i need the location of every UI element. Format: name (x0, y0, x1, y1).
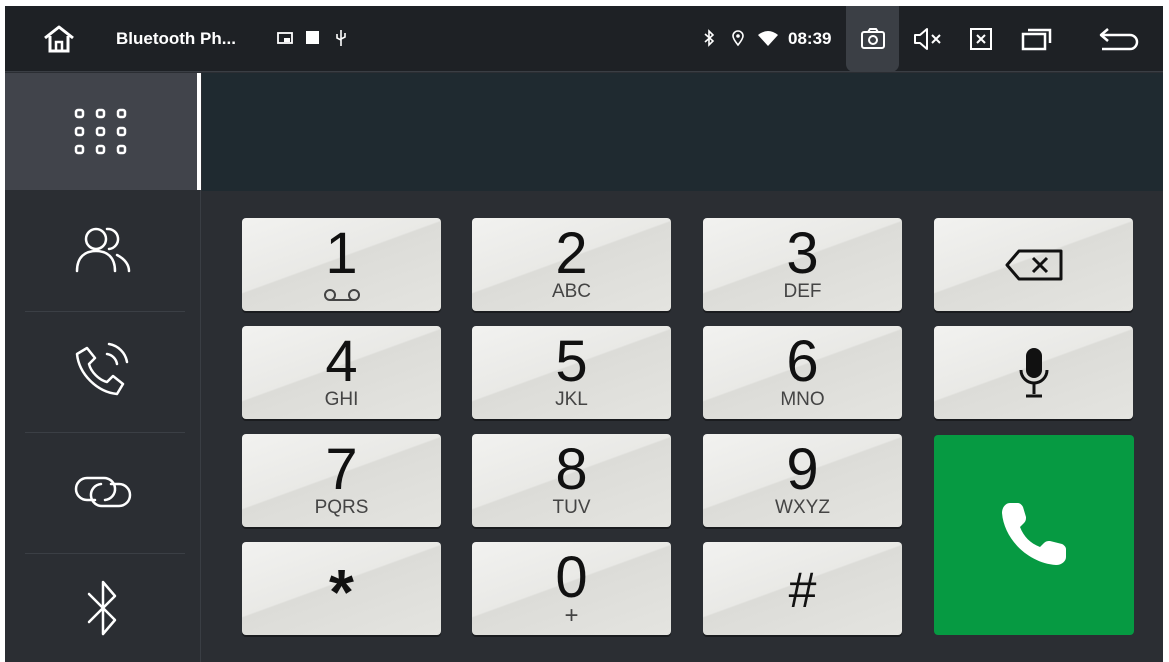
clock: 08:39 (788, 29, 832, 48)
key-digit: 4 (325, 329, 358, 394)
key-letters: DEF (783, 281, 822, 302)
key-digit: 6 (786, 329, 819, 394)
key-digit: 9 (786, 437, 819, 502)
key-digit: # (788, 562, 817, 618)
key-1[interactable]: 1 (242, 218, 441, 311)
bluetooth-icon (87, 580, 117, 636)
key-3[interactable]: 3 DEF (703, 218, 902, 311)
key-letters: MNO (780, 389, 825, 410)
key-7[interactable]: 7 PQRS (242, 434, 441, 527)
microphone-icon (1018, 346, 1050, 407)
stop-icon (305, 28, 321, 48)
key-6[interactable]: 6 MNO (703, 326, 902, 419)
key-letters: PQRS (314, 497, 369, 518)
recent-apps-icon[interactable] (1020, 26, 1054, 57)
camera-icon (861, 28, 885, 49)
key-digit: 7 (325, 437, 358, 502)
key-star[interactable]: * (242, 542, 441, 635)
call-button[interactable] (934, 435, 1134, 635)
key-letters: GHI (324, 389, 359, 410)
bluetooth-status-icon (702, 28, 716, 48)
voice-dial-button[interactable] (934, 326, 1133, 419)
key-letters: ABC (551, 281, 592, 302)
screen: Bluetooth Ph... 08:39 1 2 ABC 3 DEF 4 GH… (5, 6, 1163, 662)
sidebar-item-pairing[interactable] (5, 433, 201, 551)
app-title: Bluetooth Ph... (116, 29, 236, 48)
key-letters: WXYZ (775, 497, 830, 518)
key-digit: 5 (555, 329, 588, 394)
key-digit: * (329, 556, 354, 628)
key-0[interactable]: 0 + (472, 542, 671, 635)
contacts-icon (75, 227, 131, 273)
key-letters: TUV (552, 497, 591, 518)
back-icon[interactable] (1096, 26, 1140, 57)
key-4[interactable]: 4 GHI (242, 326, 441, 419)
close-window-icon[interactable] (968, 26, 994, 57)
key-digit: 3 (786, 221, 819, 286)
voicemail-icon (322, 288, 362, 307)
location-icon (730, 28, 746, 48)
sidebar-item-call-log[interactable] (5, 312, 201, 430)
key-hash[interactable]: # (703, 542, 902, 635)
sidebar-item-dialpad[interactable] (5, 73, 201, 190)
key-digit: 8 (555, 437, 588, 502)
key-digit: 1 (325, 221, 358, 286)
volume-mute-icon[interactable] (912, 26, 944, 57)
key-9[interactable]: 9 WXYZ (703, 434, 902, 527)
dialpad-grid-icon (74, 108, 127, 154)
backspace-button[interactable] (934, 218, 1133, 311)
key-digit: 0 (555, 545, 588, 610)
status-bar: Bluetooth Ph... 08:39 (5, 6, 1163, 72)
usb-icon (333, 28, 349, 48)
screenshot-button[interactable] (846, 6, 899, 72)
sidebar (5, 73, 201, 662)
backspace-icon (1005, 248, 1065, 287)
sidebar-item-bluetooth[interactable] (5, 554, 201, 662)
key-digit: 2 (555, 221, 588, 286)
wifi-icon (757, 28, 779, 48)
home-icon[interactable] (39, 22, 79, 56)
cast-icon (277, 28, 293, 48)
key-5[interactable]: 5 JKL (472, 326, 671, 419)
key-8[interactable]: 8 TUV (472, 434, 671, 527)
sidebar-item-contacts[interactable] (5, 191, 201, 309)
call-icon (1002, 503, 1066, 565)
number-display (202, 73, 1163, 191)
link-icon (74, 476, 132, 508)
call-log-icon (75, 342, 129, 396)
key-letters: JKL (555, 389, 588, 410)
key-2[interactable]: 2 ABC (472, 218, 671, 311)
key-letters: + (564, 602, 579, 629)
